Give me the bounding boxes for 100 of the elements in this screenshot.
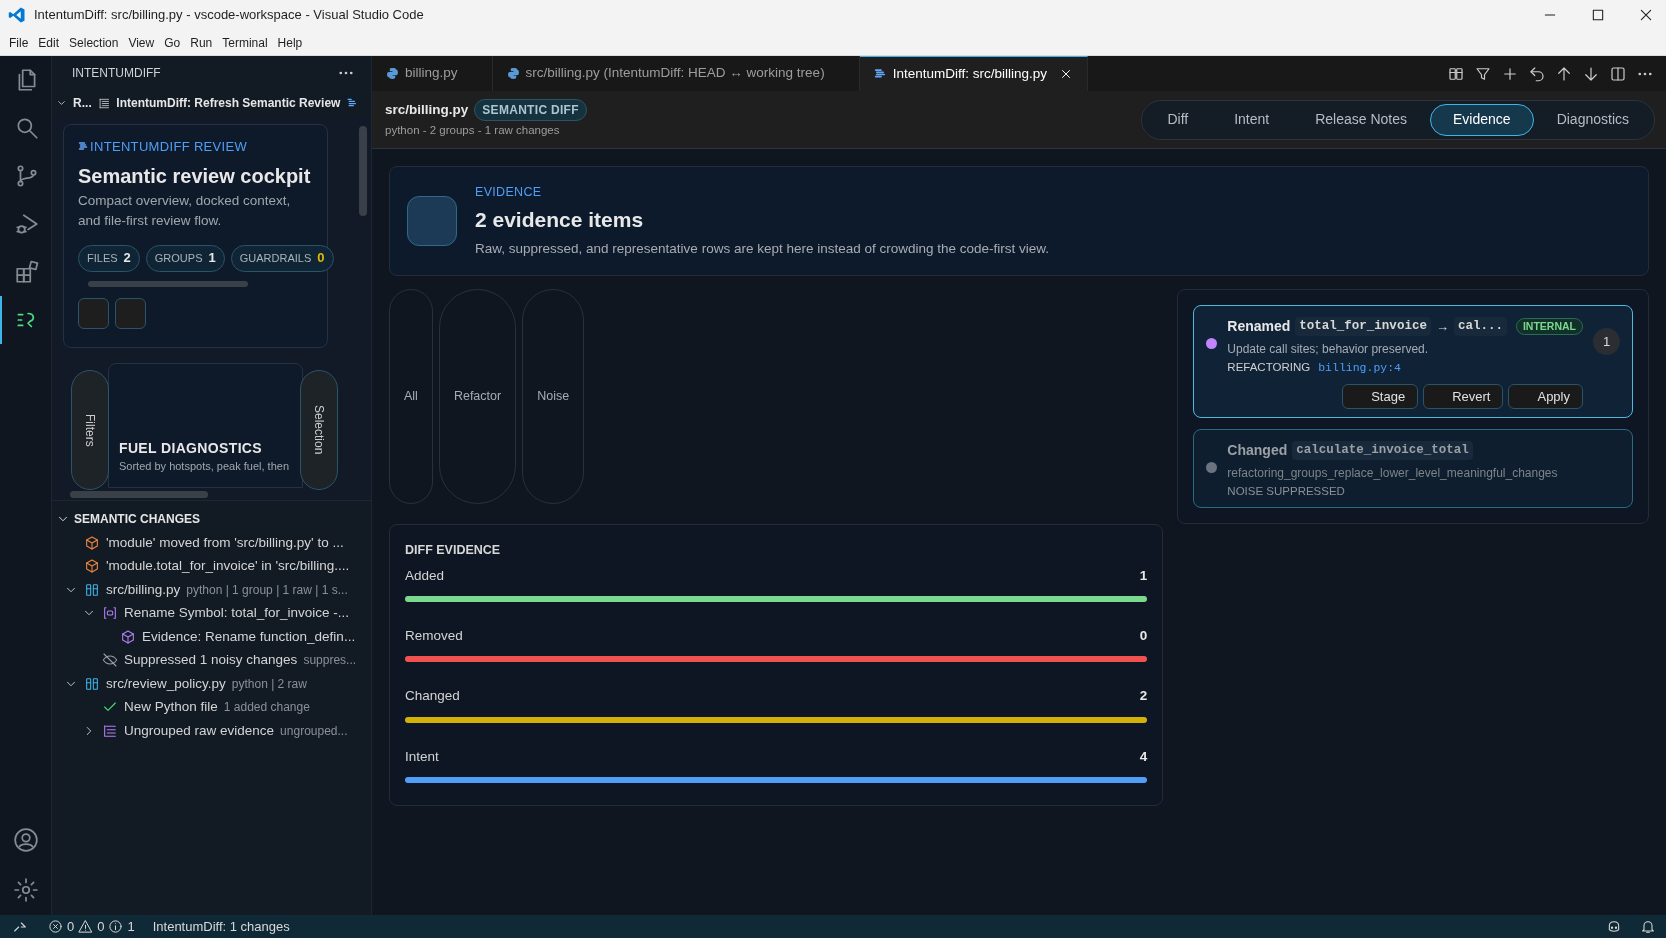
tree-item[interactable]: Evidence: Rename function_defin...	[142, 626, 356, 647]
cube-icon	[84, 534, 100, 551]
source-link[interactable]: billing.py:4	[1318, 359, 1401, 377]
tree-item[interactable]: src/billing.py	[106, 579, 181, 600]
close-icon[interactable]	[1638, 7, 1654, 23]
tree-item-detail: ungrouped...	[280, 722, 348, 740]
card-heading: Semantic review cockpit	[78, 163, 312, 189]
columns-icon	[84, 581, 100, 598]
metric-label: Intent	[405, 747, 439, 766]
count-badge: 1	[1593, 328, 1620, 355]
undo-icon[interactable]	[1528, 64, 1546, 83]
view-tab[interactable]: Diagnostics	[1533, 103, 1652, 136]
symbol-icon	[102, 605, 118, 622]
cube-icon	[120, 628, 136, 645]
menu-item[interactable]: Edit	[33, 33, 65, 52]
columns-icon	[84, 675, 100, 692]
code-symbol: calculate_invoice_total	[1292, 441, 1473, 461]
fuel-heading: FUEL DIAGNOSTICS	[119, 439, 263, 458]
evidence-category: REFACTORING	[1227, 360, 1311, 375]
error-icon	[48, 919, 63, 934]
list-icon	[102, 722, 118, 739]
metric-value: 4	[1139, 747, 1148, 766]
evidence-verb: Renamed	[1227, 317, 1291, 336]
tree-item-detail: python | 1 group | 1 raw | 1 s...	[186, 581, 348, 599]
hero-description: Raw, suppressed, and representative rows are kept here instead of crowding the code-first view.	[475, 240, 1050, 258]
tree-item[interactable]: src/review_policy.py	[106, 673, 226, 694]
stat-value: 1	[208, 249, 216, 268]
horizontal-scrollbar-thumb[interactable]	[70, 491, 208, 498]
evidence-category: NOISE SUPPRESSED	[1227, 484, 1345, 500]
arrow-symbol: →	[1435, 317, 1449, 336]
view-tab[interactable]: Intent	[1211, 103, 1293, 136]
action-button[interactable]: Revert	[1423, 384, 1504, 410]
eye-off-icon	[102, 652, 118, 669]
tree-item[interactable]: Rename Symbol: total_for_invoice -...	[124, 603, 350, 624]
section-header[interactable]: SEMANTIC CHANGES	[74, 510, 200, 528]
stat-value: 0	[317, 249, 325, 268]
maximize-icon[interactable]	[1590, 7, 1606, 23]
menu-item[interactable]: Selection	[64, 33, 124, 52]
view-tab[interactable]: Diff	[1144, 103, 1212, 136]
python-icon	[506, 67, 520, 80]
card-description: Compact overview, docked context, and file-first review flow.	[78, 191, 292, 230]
status-message[interactable]: IntentumDiff: 1 changes	[152, 916, 290, 937]
view-tab[interactable]: Release Notes	[1292, 103, 1431, 136]
window-title: IntentumDiff: src/billing.py - vscode-workspace - Visual Studio Code	[34, 6, 425, 25]
stat-value: 2	[123, 249, 131, 268]
extensions-icon[interactable]	[13, 259, 40, 285]
tree-item[interactable]: New Python file	[124, 697, 218, 718]
hero-eyebrow: EVIDENCE	[475, 183, 543, 201]
tree-item[interactable]: 'module' moved from 'src/billing.py' to ...	[106, 532, 344, 553]
metric-label: Removed	[405, 627, 463, 645]
tree-item[interactable]: Suppressed 1 noisy changes	[124, 650, 298, 671]
stat-label: FILES	[87, 250, 118, 266]
tree-item-detail: suppres...	[303, 652, 357, 670]
info-icon	[108, 919, 124, 934]
action-button[interactable]: Stage	[1342, 384, 1419, 410]
semantic-diff-badge: SEMANTIC DIFF	[474, 99, 587, 122]
metric-label: Changed	[405, 687, 460, 706]
run-debug-icon[interactable]	[13, 211, 40, 237]
menu-item[interactable]: Terminal	[217, 33, 273, 52]
horizontal-scrollbar-thumb[interactable]	[88, 280, 248, 287]
filters-tab[interactable]: Filters	[71, 370, 109, 490]
metric-value: 1	[1139, 566, 1148, 585]
view-tab[interactable]: Evidence	[1430, 103, 1534, 136]
account-icon[interactable]	[12, 827, 39, 853]
tree-item-detail: 1 added change	[223, 699, 310, 717]
stat-label: GUARDRAILS	[239, 250, 312, 266]
evidence-description: Update call sites; behavior preserved.	[1227, 341, 1430, 358]
code-symbol: cal...	[1453, 317, 1507, 336]
sidebar-title: INTENTUMDIFF	[72, 65, 161, 82]
vertical-scrollbar-thumb[interactable]	[359, 126, 367, 216]
problems-indicator[interactable]: 0 0 1	[48, 916, 135, 937]
card-eyebrow: INTENTUMDIFF REVIEW	[90, 138, 248, 156]
action-button[interactable]: Apply	[1508, 384, 1583, 410]
menu-item[interactable]: View	[123, 33, 160, 52]
menu-item[interactable]: Run	[185, 33, 218, 52]
evidence-item[interactable]: Changed calculate_invoice_total refactoring_groups_replace_lower_level_meaningful_changes NOISE SUPPRESSED	[1193, 429, 1633, 508]
menu-item[interactable]: Go	[159, 33, 186, 52]
metric-value: 2	[1139, 687, 1148, 706]
split-editor-icon[interactable]	[1609, 64, 1627, 83]
refresh-command[interactable]: IntentumDiff: Refresh Semantic Review	[116, 94, 341, 112]
selection-tab[interactable]: Selection	[300, 370, 338, 490]
tree-item[interactable]: Ungrouped raw evidence	[124, 720, 275, 741]
tree-item[interactable]: 'module.total_for_invoice' in 'src/billing....	[106, 556, 350, 577]
error-count: 0	[67, 917, 75, 936]
metric-label: Added	[405, 566, 445, 585]
fuel-subtitle: Sorted by hotspots, peak fuel, then	[119, 459, 289, 474]
editor-tab[interactable]: IntentumDiff: src/billing.py	[859, 56, 1088, 91]
card-title: DIFF EVIDENCE	[405, 542, 502, 559]
code-symbol: total_for_invoice	[1295, 317, 1431, 336]
tree-item-detail: python | 2 raw	[231, 675, 307, 693]
bell-icon[interactable]	[1640, 918, 1656, 935]
stat-label: GROUPS	[154, 250, 203, 266]
section-label[interactable]: R...	[73, 94, 92, 112]
python-icon	[386, 67, 399, 80]
hero-icon-tile	[407, 196, 457, 246]
settings-icon[interactable]	[12, 877, 39, 903]
menu-item[interactable]: Help	[272, 33, 308, 52]
warning-count: 0	[97, 917, 105, 936]
evidence-item[interactable]: Renamed total_for_invoice → cal... INTERNAL Update call sites; behavior preserved. REFACTORING billing.py:4 Stage Revert Apply 1	[1193, 305, 1633, 419]
menu-item[interactable]: File	[4, 33, 34, 52]
